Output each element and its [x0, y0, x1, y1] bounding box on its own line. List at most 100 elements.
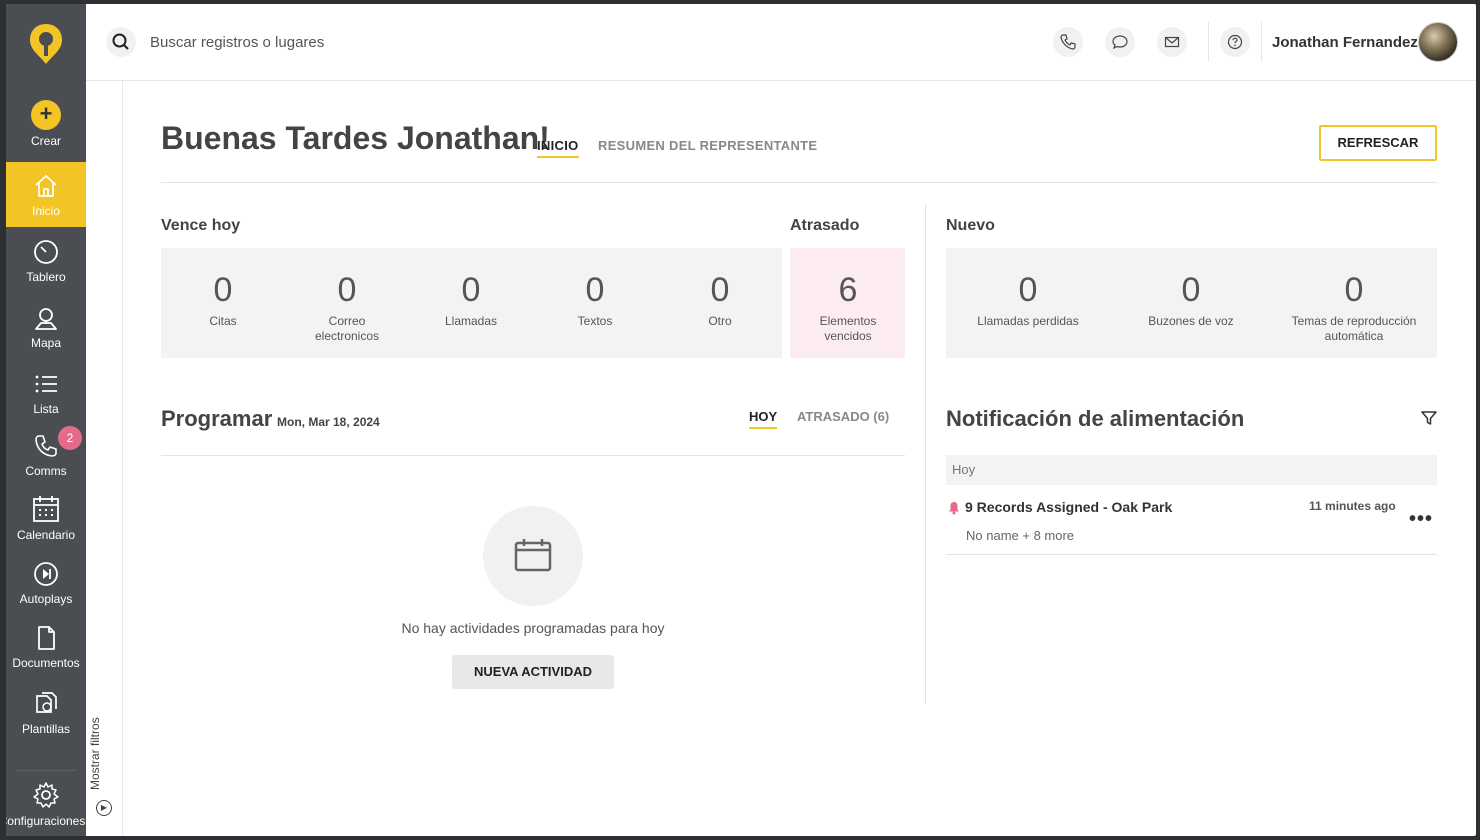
tab-hoy[interactable]: HOY — [749, 409, 778, 429]
stat-textos[interactable]: 0 Textos — [533, 270, 657, 329]
stat-value: 0 — [710, 271, 730, 309]
filter-strip[interactable]: Mostrar filtros ▶ — [86, 80, 123, 836]
expand-filters-icon[interactable]: ▶ — [96, 800, 112, 816]
topbar-divider — [1261, 22, 1262, 62]
stat-llamadas-perdidas[interactable]: 0 Llamadas perdidas — [966, 270, 1090, 329]
sidebar-item-label: Plantillas — [21, 722, 71, 736]
sidebar-item-label: Lista — [33, 402, 59, 416]
sidebar: + Crear Inicio Tablero Mapa Lista Comms … — [6, 4, 86, 836]
sidebar-item-label: Comms — [25, 464, 67, 478]
app-logo[interactable] — [28, 22, 64, 66]
bell-icon — [948, 501, 960, 520]
new-title: Nuevo — [946, 217, 995, 234]
search-input[interactable]: Buscar registros o lugares — [150, 34, 324, 51]
stat-value: 0 — [337, 271, 357, 309]
sidebar-item-autoplays[interactable]: Autoplays — [6, 560, 86, 606]
app-window: + Crear Inicio Tablero Mapa Lista Comms … — [6, 4, 1476, 836]
stat-value: 0 — [461, 271, 481, 309]
due-today-title: Vence hoy — [161, 217, 241, 234]
sidebar-divider — [16, 770, 76, 771]
stat-buzones-de-voz[interactable]: 0 Buzones de voz — [1129, 270, 1253, 329]
stat-value: 0 — [213, 271, 233, 309]
feed-item-divider — [946, 554, 1437, 555]
stat-label: Llamadas perdidas — [977, 314, 1079, 328]
new-activity-button[interactable]: NUEVA ACTIVIDAD — [452, 655, 614, 689]
search-button[interactable] — [106, 27, 136, 57]
create-button[interactable]: + Crear — [6, 100, 86, 156]
map-pin-icon — [35, 308, 57, 330]
stat-value: 6 — [838, 271, 858, 309]
sidebar-item-label: Mapa — [30, 336, 62, 350]
stat-label: Temas de reproducción automática — [1291, 314, 1417, 343]
sidebar-item-label: Configuraciones — [6, 814, 86, 828]
page-title: Buenas Tardes Jonathan! — [161, 120, 550, 156]
stat-label: Llamadas — [444, 314, 498, 328]
sidebar-item-inicio[interactable]: Inicio — [6, 162, 86, 227]
schedule-title: Programar — [161, 406, 273, 431]
overdue-panel[interactable]: 6 Elementos vencidos — [790, 248, 905, 358]
templates-icon — [36, 692, 57, 713]
calendar-icon — [33, 496, 59, 522]
search-icon — [112, 33, 129, 50]
refresh-button[interactable]: REFRESCAR — [1319, 125, 1437, 161]
stat-correos[interactable]: 0 Correo electronicos — [285, 270, 409, 344]
help-button[interactable] — [1220, 27, 1250, 57]
filter-funnel-icon[interactable] — [1421, 410, 1437, 431]
list-icon — [35, 375, 57, 393]
home-icon — [35, 175, 57, 197]
user-name[interactable]: Jonathan Fernandez — [1272, 34, 1418, 51]
more-options-icon[interactable]: ••• — [1409, 508, 1433, 531]
due-today-panel: 0 Citas 0 Correo electronicos 0 Llamadas… — [161, 248, 782, 358]
email-button[interactable] — [1157, 27, 1187, 57]
feed-item-subtitle: No name + 8 more — [966, 528, 1075, 543]
overdue-title: Atrasado — [790, 217, 860, 234]
stat-temas-reproduccion[interactable]: 0 Temas de reproducción automática — [1287, 270, 1421, 344]
stat-label: Correo electronicos — [314, 314, 380, 343]
stat-llamadas[interactable]: 0 Llamadas — [409, 270, 533, 329]
sidebar-item-configuraciones[interactable]: Configuraciones — [6, 780, 86, 828]
sidebar-item-documentos[interactable]: Documentos — [6, 624, 86, 670]
sidebar-item-plantillas[interactable]: Plantillas — [6, 690, 86, 736]
stat-elementos-vencidos: 6 Elementos vencidos — [786, 270, 910, 344]
stat-label: Citas — [209, 314, 237, 328]
stat-otro[interactable]: 0 Otro — [658, 270, 782, 329]
stat-label: Elementos vencidos — [819, 314, 877, 343]
sidebar-item-tablero[interactable]: Tablero — [6, 238, 86, 284]
stat-value: 0 — [1344, 271, 1364, 309]
empty-state-text: No hay actividades programadas para hoy — [401, 620, 665, 636]
feed-title: Notificación de alimentación — [946, 406, 1245, 431]
schedule-date: Mon, Mar 18, 2024 — [277, 415, 380, 429]
top-bar: Buscar registros o lugares Jonathan Fern… — [86, 4, 1476, 81]
call-button[interactable] — [1053, 27, 1083, 57]
main-content: Buenas Tardes Jonathan! INICIO RESUMEN D… — [161, 80, 1437, 836]
chat-bubble-icon — [1112, 35, 1128, 50]
empty-state-circle — [483, 506, 583, 606]
sidebar-item-lista[interactable]: Lista — [6, 370, 86, 416]
tab-inicio[interactable]: INICIO — [537, 138, 579, 158]
column-divider — [925, 204, 926, 704]
feed-item-title[interactable]: 9 Records Assigned - Oak Park — [965, 499, 1172, 515]
sidebar-item-label: Autoplays — [19, 592, 73, 606]
sidebar-item-comms[interactable]: Comms 2 — [6, 426, 86, 478]
phone-icon — [1060, 34, 1076, 50]
header-divider — [161, 182, 1437, 183]
stat-label: Buzones de voz — [1148, 314, 1234, 328]
tab-atrasado[interactable]: ATRASADO (6) — [797, 409, 889, 427]
tab-resumen-representante[interactable]: RESUMEN DEL REPRESENTANTE — [598, 138, 817, 156]
sidebar-item-label: Inicio — [31, 204, 60, 218]
chat-button[interactable] — [1105, 27, 1135, 57]
avatar[interactable] — [1418, 22, 1458, 62]
stat-label: Otro — [708, 314, 732, 328]
sidebar-item-mapa[interactable]: Mapa — [6, 304, 86, 350]
document-icon — [38, 626, 55, 650]
sidebar-item-calendario[interactable]: Calendario — [6, 494, 86, 542]
feed-group-header: Hoy — [946, 455, 1437, 485]
topbar-divider — [1208, 22, 1209, 62]
feed-item-time: 11 minutes ago — [1309, 499, 1396, 513]
show-filters-label[interactable]: Mostrar filtros — [88, 717, 102, 790]
help-question-icon — [1227, 34, 1243, 50]
calendar-icon — [514, 539, 552, 572]
stat-citas[interactable]: 0 Citas — [161, 270, 285, 329]
schedule-divider — [161, 455, 905, 456]
notification-badge: 2 — [58, 426, 82, 450]
